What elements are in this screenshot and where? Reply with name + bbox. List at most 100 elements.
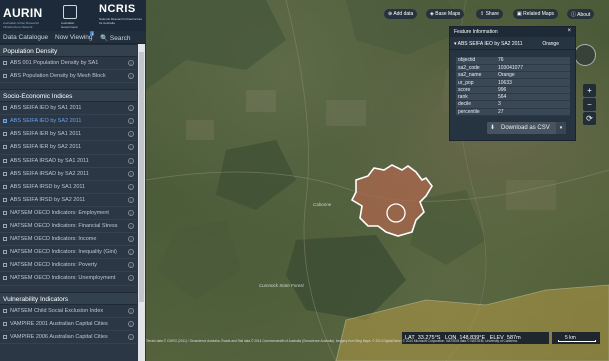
- tab-data-catalogue[interactable]: Data Catalogue: [3, 34, 48, 41]
- info-icon[interactable]: i: [128, 105, 134, 112]
- tab-now-viewing[interactable]: Now Viewing: [55, 34, 92, 41]
- info-icon[interactable]: i: [128, 73, 134, 80]
- layer-checkbox[interactable]: [3, 119, 7, 124]
- about-button[interactable]: ⓘ About: [567, 9, 595, 19]
- share-button[interactable]: ⇪ Share: [476, 9, 503, 19]
- catalog-item[interactable]: ABS SEIFA IRSD by SA1 2011 i: [0, 181, 137, 194]
- catalog-item[interactable]: VAMPIRE 2001 Australian Capital Cities i: [0, 318, 137, 331]
- catalog-item[interactable]: VAMPIRE 2006 Australian Capital Cities i: [0, 331, 137, 344]
- info-icon[interactable]: i: [128, 209, 134, 216]
- info-icon[interactable]: i: [128, 157, 134, 164]
- layer-checkbox[interactable]: [3, 132, 7, 137]
- expand-caret-icon: ▾: [454, 41, 457, 47]
- info-icon[interactable]: i: [128, 223, 134, 230]
- catalog-item[interactable]: ABS SEIFA IRSD by SA2 2011 i: [0, 194, 137, 207]
- catalog-scrollbar-thumb[interactable]: [139, 52, 144, 302]
- layers-icon: ◈: [430, 11, 434, 17]
- download-options-dropdown[interactable]: ▾: [556, 122, 566, 134]
- info-icon[interactable]: i: [128, 262, 134, 269]
- layer-checkbox[interactable]: [3, 308, 7, 313]
- catalog-item[interactable]: NATSEM OECD Indicators: Employment i: [0, 207, 137, 221]
- layer-checkbox[interactable]: [3, 184, 7, 189]
- related-maps-button[interactable]: ▣ Related Maps: [513, 9, 558, 19]
- info-icon[interactable]: i: [128, 60, 134, 66]
- catalog-group-population-density[interactable]: Population Density: [0, 44, 137, 57]
- download-csv-button[interactable]: ⬇ Download as CSV: [487, 122, 566, 134]
- catalog-group-vulnerability[interactable]: Vulnerability Indicators: [0, 291, 137, 305]
- layer-checkbox[interactable]: [3, 276, 7, 281]
- catalog-item[interactable]: ABS 001 Population Density by SA1 i: [0, 57, 137, 71]
- info-icon[interactable]: i: [128, 118, 134, 125]
- layer-checkbox[interactable]: [3, 197, 7, 202]
- catalog-item-label: ABS 001 Population Density by SA1: [10, 60, 99, 66]
- zoom-in-button[interactable]: +: [583, 84, 596, 97]
- catalog-item-label: VAMPIRE 2001 Australian Capital Cities: [10, 320, 108, 327]
- aurin-logo[interactable]: AURIN: [3, 6, 43, 20]
- base-maps-button[interactable]: ◈ Base Maps: [426, 9, 465, 19]
- info-icon[interactable]: i: [128, 307, 134, 314]
- reset-view-button[interactable]: ⟳: [583, 112, 596, 125]
- catalog-list: Population Density ABS 001 Population Den…: [0, 44, 137, 344]
- layer-checkbox[interactable]: [3, 61, 7, 65]
- attribute-key: score: [456, 86, 496, 95]
- map-label-cumnock: Cumnock State Forest: [259, 283, 304, 288]
- australian-government-crest-icon: [63, 5, 77, 19]
- catalog-item-label: ABS SEIFA IEO by SA2 2011: [10, 118, 82, 125]
- info-icon[interactable]: i: [128, 144, 134, 151]
- ncris-logo[interactable]: NCRIS: [99, 3, 136, 15]
- compass-icon[interactable]: [574, 44, 596, 66]
- catalog-item[interactable]: ABS SEIFA IEO by SA2 2011 i: [0, 115, 137, 129]
- add-data-label: Add data: [393, 11, 414, 17]
- layer-checkbox[interactable]: [3, 210, 7, 215]
- layer-checkbox[interactable]: [3, 145, 7, 150]
- catalog-item[interactable]: NATSEM Child Social Exclusion Index i: [0, 305, 137, 318]
- info-icon[interactable]: i: [128, 131, 134, 138]
- layer-checkbox[interactable]: [3, 224, 7, 229]
- now-viewing-count-badge: 1: [90, 31, 95, 36]
- add-data-button[interactable]: ⊕ Add data: [384, 9, 418, 19]
- zoom-out-button[interactable]: −: [583, 98, 596, 111]
- search-icon: 🔍: [100, 35, 109, 42]
- layer-checkbox[interactable]: [3, 158, 7, 163]
- search-tab[interactable]: 🔍 Search: [100, 34, 131, 42]
- catalog-item[interactable]: ABS Population Density by Mesh Block i: [0, 70, 137, 84]
- layer-checkbox[interactable]: [3, 106, 7, 111]
- close-icon[interactable]: ×: [567, 28, 571, 34]
- attribute-value: 27: [496, 108, 570, 116]
- layer-checkbox[interactable]: [3, 171, 7, 176]
- feature-attribute-row: objectid 76: [456, 57, 570, 65]
- catalog-item[interactable]: ABS SEIFA IER by SA1 2011 i: [0, 128, 137, 142]
- info-icon[interactable]: i: [128, 170, 134, 177]
- catalog-item[interactable]: NATSEM OECD Indicators: Financial Stress…: [0, 220, 137, 234]
- map-label-cabonne: Cabonne: [313, 202, 332, 207]
- catalog-item[interactable]: NATSEM OECD Indicators: Poverty i: [0, 259, 137, 273]
- catalog-item[interactable]: ABS SEIFA IRSAD by SA1 2011 i: [0, 155, 137, 168]
- layer-checkbox[interactable]: [3, 237, 7, 242]
- layer-checkbox[interactable]: [3, 321, 7, 326]
- layer-checkbox[interactable]: [3, 334, 7, 339]
- layer-checkbox[interactable]: [3, 74, 7, 79]
- catalog-item-label: VAMPIRE 2006 Australian Capital Cities: [10, 333, 108, 340]
- catalog-group-socio-economic[interactable]: Socio-Economic Indices: [0, 89, 137, 103]
- info-icon[interactable]: i: [128, 275, 134, 282]
- layer-checkbox[interactable]: [3, 250, 7, 255]
- catalog-item-label: ABS SEIFA IEO by SA1 2011: [10, 105, 82, 112]
- catalog-item-label: ABS SEIFA IRSD by SA1 2011: [10, 183, 86, 190]
- info-icon[interactable]: i: [128, 183, 134, 190]
- catalog-item[interactable]: NATSEM OECD Indicators: Income i: [0, 233, 137, 247]
- catalog-item[interactable]: ABS SEIFA IRSAD by SA2 2011 i: [0, 168, 137, 181]
- info-icon[interactable]: i: [128, 196, 134, 203]
- catalog-item[interactable]: ABS SEIFA IER by SA2 2011 i: [0, 141, 137, 155]
- about-label: About: [577, 12, 591, 18]
- catalog-item[interactable]: NATSEM OECD Indicators: Inequality (Gini…: [0, 246, 137, 260]
- info-icon[interactable]: i: [128, 333, 134, 340]
- attribute-value: 996: [496, 86, 570, 95]
- info-icon[interactable]: i: [128, 320, 134, 327]
- feature-info-layer-row[interactable]: ▾ ABS SEIFA IEO by SA2 2011 Orange: [450, 37, 575, 50]
- catalog-item[interactable]: NATSEM OECD Indicators: Unemployment i: [0, 272, 137, 286]
- catalog-item[interactable]: ABS SEIFA IEO by SA1 2011 i: [0, 102, 137, 116]
- info-icon[interactable]: i: [128, 249, 134, 256]
- info-icon[interactable]: i: [128, 236, 134, 243]
- feature-place-name: Orange: [542, 41, 559, 47]
- layer-checkbox[interactable]: [3, 263, 7, 268]
